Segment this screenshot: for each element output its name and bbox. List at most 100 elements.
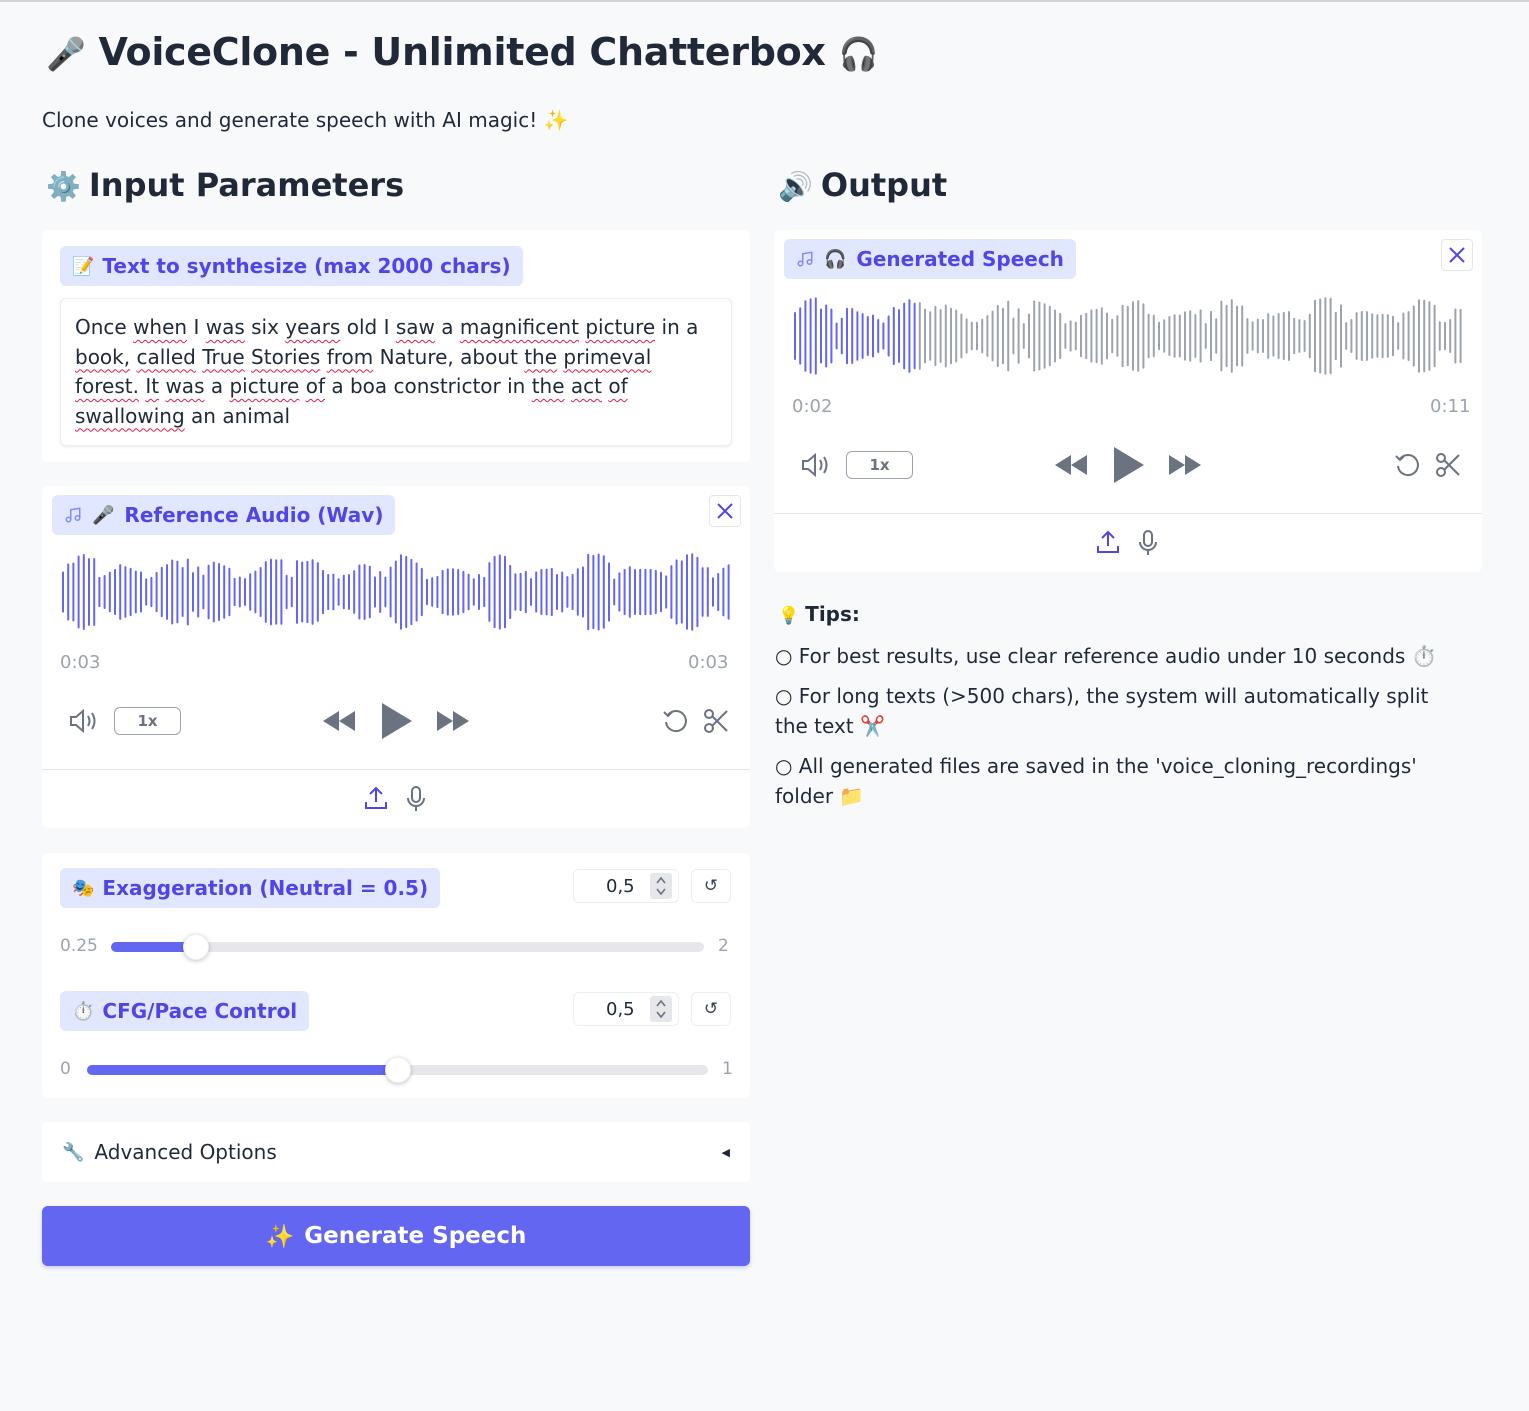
waveform-bar (462, 570, 465, 614)
generated-upload-button[interactable] (1094, 528, 1122, 556)
waveform-bar (207, 564, 210, 620)
waveform-bar (1355, 312, 1358, 360)
reference-rewind-button[interactable] (320, 706, 358, 736)
waveform-bar (1329, 297, 1332, 375)
waveform-bar (467, 573, 470, 611)
exaggeration-stepper[interactable] (650, 873, 672, 899)
waveform-bar (1038, 301, 1041, 371)
clear-generated-audio-button[interactable] (1441, 239, 1473, 271)
waveform-bar (1132, 301, 1134, 371)
generated-speed-button[interactable]: 1x (846, 451, 913, 479)
waveform-bar (108, 571, 111, 613)
waveform-bar (426, 578, 428, 606)
light-bulb-icon: 💡 (778, 606, 800, 626)
reference-time-current: 0:03 (60, 652, 101, 673)
waveform-bar (446, 568, 449, 616)
waveform-bar (264, 561, 267, 623)
waveform-bar (950, 307, 952, 365)
waveform-bar (1022, 323, 1025, 349)
exaggeration-reset-button[interactable]: ↺ (691, 869, 731, 903)
close-icon (1449, 247, 1465, 263)
waveform-bar (1230, 299, 1233, 373)
reference-play-button[interactable] (376, 700, 416, 742)
waveform-bar (374, 576, 376, 608)
waveform-bar (478, 574, 480, 610)
waveform-bar (270, 558, 272, 626)
waveform-bar (556, 574, 558, 610)
reference-volume-button[interactable] (66, 706, 102, 736)
text-to-synthesize-input[interactable]: Once when I was six years old I saw a ma… (60, 298, 732, 446)
waveform-bar (238, 576, 241, 608)
waveform-bar (415, 562, 418, 622)
generated-volume-button[interactable] (798, 450, 834, 480)
waveform-bar (342, 574, 345, 610)
exaggeration-number-input[interactable]: 0,5 (573, 869, 679, 903)
waveform-bar (223, 565, 226, 619)
advanced-options-accordion[interactable]: 🔧 Advanced Options ◀ (42, 1122, 750, 1182)
reference-record-button[interactable] (402, 784, 430, 814)
waveform-bar (1340, 304, 1342, 368)
waveform-bar (322, 569, 324, 615)
waveform-bar (861, 313, 864, 359)
waveform-bar (1080, 314, 1082, 358)
waveform-bar (913, 302, 916, 370)
reference-forward-button[interactable] (434, 706, 472, 736)
cfg-stepper[interactable] (650, 996, 672, 1022)
waveform-bar (706, 567, 709, 617)
reference-trim-button[interactable] (700, 705, 732, 737)
reference-audio-waveform[interactable] (60, 552, 732, 632)
waveform-bar (981, 318, 984, 354)
exaggeration-slider-thumb[interactable] (182, 934, 209, 960)
waveform-bar (898, 309, 900, 363)
scissors-icon (704, 709, 728, 733)
waveform-bar (1293, 317, 1296, 355)
speaker-icon: 🔊 (778, 170, 813, 203)
waveform-bar (825, 304, 828, 368)
reference-undo-button[interactable] (660, 705, 692, 737)
reference-audio-panel (42, 486, 750, 828)
waveform-bar (1210, 310, 1212, 362)
waveform-bar (363, 564, 366, 620)
clear-reference-audio-button[interactable] (709, 495, 741, 527)
generated-speech-waveform[interactable] (792, 296, 1464, 376)
waveform-bar (892, 306, 895, 366)
undo-icon (663, 710, 687, 733)
waveform-bar (866, 315, 869, 357)
cfg-number-input[interactable]: 0,5 (573, 992, 679, 1026)
reference-speed-button[interactable]: 1x (114, 707, 181, 735)
generated-play-button[interactable] (1108, 444, 1148, 486)
waveform-bar (140, 571, 142, 613)
reference-upload-button[interactable] (362, 784, 390, 812)
waveform-bar (944, 304, 947, 368)
tip-item: ○ All generated files are saved in the '… (775, 754, 1417, 808)
waveform-bar (218, 562, 220, 622)
waveform-bar (197, 566, 200, 618)
cfg-reset-button[interactable]: ↺ (691, 992, 731, 1026)
waveform-bar (1282, 311, 1285, 361)
play-icon (1114, 447, 1144, 483)
waveform-bar (1033, 300, 1036, 372)
waveform-bar (1449, 318, 1452, 354)
waveform-bar (509, 564, 512, 620)
waveform-bar (1085, 312, 1088, 360)
gear-icon: ⚙️ (46, 170, 81, 203)
waveform-bar (1116, 315, 1119, 357)
waveform-bar (160, 566, 163, 618)
generated-record-button[interactable] (1134, 528, 1162, 558)
waveform-bar (1444, 321, 1446, 351)
generated-speech-label: 🎧 Generated Speech (784, 239, 1076, 279)
generated-trim-button[interactable] (1432, 449, 1464, 481)
music-note-icon (64, 506, 82, 524)
waveform-bar (1095, 308, 1098, 364)
generated-forward-button[interactable] (1166, 450, 1204, 480)
generated-rewind-button[interactable] (1052, 450, 1090, 480)
waveform-bar (514, 573, 517, 611)
cfg-min-label: 0 (60, 1059, 71, 1079)
waveform-bar (1438, 321, 1441, 351)
generate-speech-button[interactable]: ✨ Generate Speech (42, 1206, 750, 1266)
waveform-bar (717, 572, 720, 612)
generated-undo-button[interactable] (1392, 449, 1424, 481)
waveform-bar (618, 572, 621, 612)
cfg-slider-thumb[interactable] (384, 1057, 411, 1083)
theater-masks-icon: 🎭 (72, 877, 95, 899)
